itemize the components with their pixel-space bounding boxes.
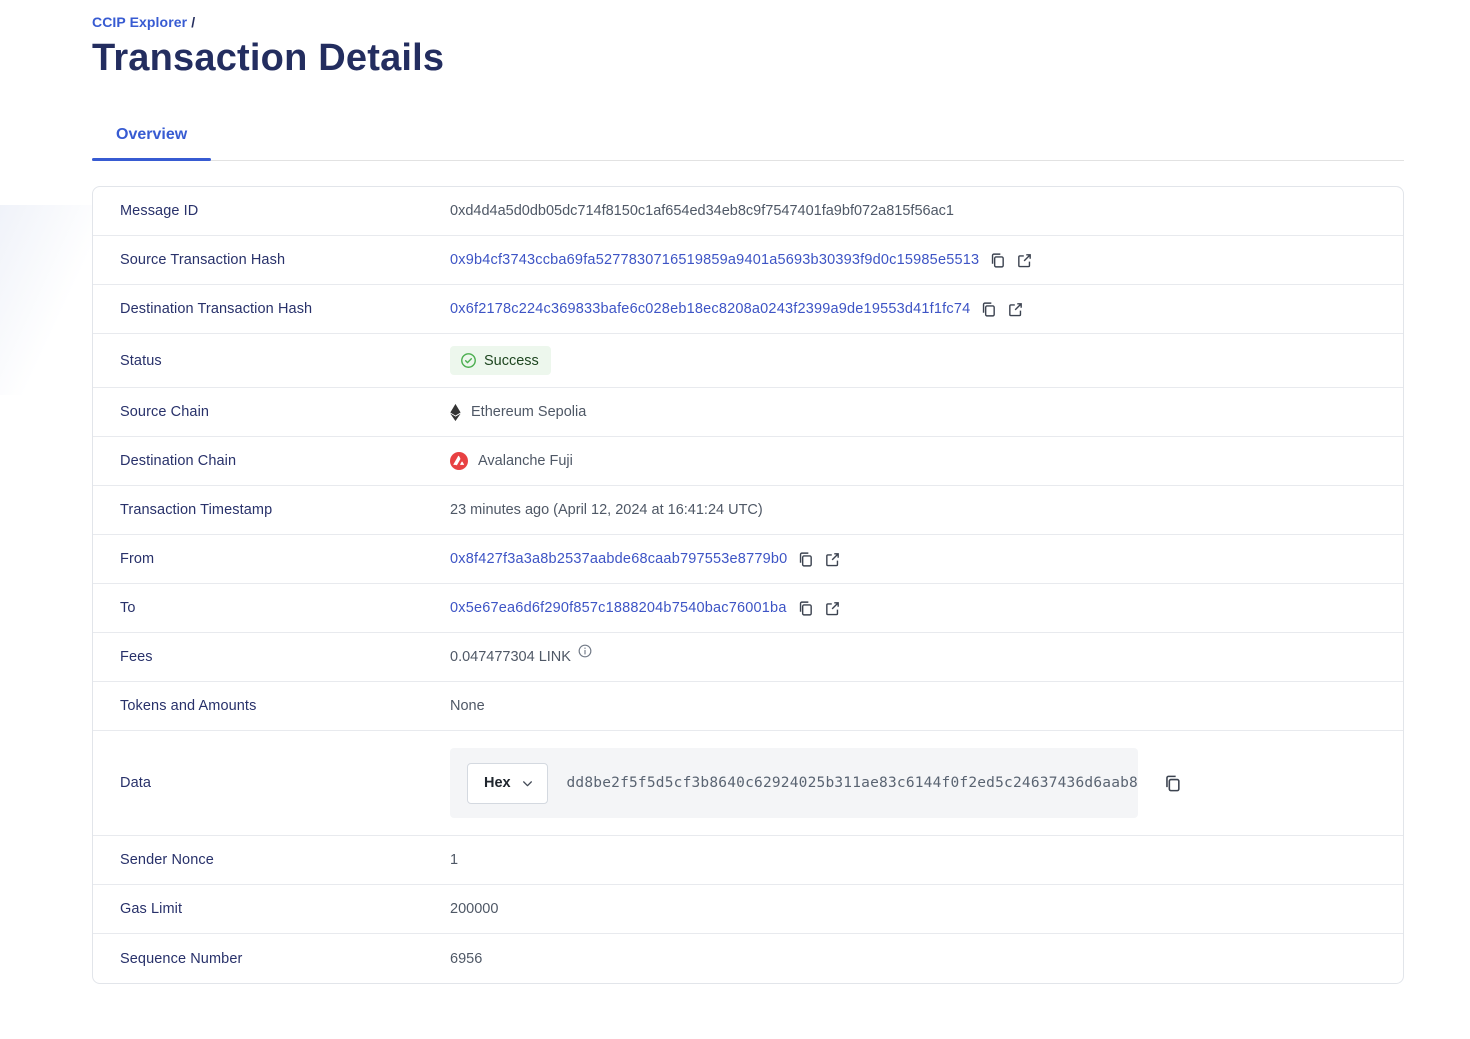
table-row-fees: Fees 0.047477304 LINK xyxy=(93,633,1403,682)
row-label: Source Transaction Hash xyxy=(120,252,450,268)
copy-icon[interactable] xyxy=(797,600,814,617)
tab-overview[interactable]: Overview xyxy=(92,126,211,160)
sender-nonce-value: 1 xyxy=(450,852,458,868)
table-row-sender-nonce: Sender Nonce 1 xyxy=(93,836,1403,885)
data-hex-container: Hex dd8be2f5f5d5cf3b8640c62924025b311ae8… xyxy=(450,748,1138,818)
ethereum-icon xyxy=(450,404,461,421)
check-circle-icon xyxy=(460,352,477,369)
to-address-link[interactable]: 0x5e67ea6d6f290f857c1888204b7540bac76001… xyxy=(450,600,787,616)
source-chain-name: Ethereum Sepolia xyxy=(471,404,586,420)
row-label: Destination Chain xyxy=(120,453,450,469)
page-title: Transaction Details xyxy=(92,37,1404,80)
table-row-message-id: Message ID 0xd4d4a5d0db05dc714f8150c1af6… xyxy=(93,187,1403,236)
data-format-selected: Hex xyxy=(484,775,511,791)
row-label: Gas Limit xyxy=(120,901,450,917)
external-link-icon[interactable] xyxy=(824,600,841,617)
table-row-transaction-timestamp: Transaction Timestamp 23 minutes ago (Ap… xyxy=(93,486,1403,535)
status-badge-label: Success xyxy=(484,353,539,369)
chevron-down-icon xyxy=(521,777,534,790)
table-row-gas-limit: Gas Limit 200000 xyxy=(93,885,1403,934)
table-row-to: To 0x5e67ea6d6f290f857c1888204b7540bac76… xyxy=(93,584,1403,633)
gas-limit-value: 200000 xyxy=(450,901,498,917)
row-label: Message ID xyxy=(120,203,450,219)
copy-icon[interactable] xyxy=(1163,774,1182,793)
table-row-tokens-and-amounts: Tokens and Amounts None xyxy=(93,682,1403,731)
avalanche-icon xyxy=(450,452,468,470)
row-label: Sender Nonce xyxy=(120,852,450,868)
row-label: From xyxy=(120,551,450,567)
table-row-source-tx-hash: Source Transaction Hash 0x9b4cf3743ccba6… xyxy=(93,236,1403,285)
message-id-value: 0xd4d4a5d0db05dc714f8150c1af654ed34eb8c9… xyxy=(450,203,954,219)
from-address-link[interactable]: 0x8f427f3a3a8b2537aabde68caab797553e8779… xyxy=(450,551,787,567)
breadcrumb: CCIP Explorer/ xyxy=(92,14,1404,30)
fees-value: 0.047477304 LINK xyxy=(450,649,571,665)
status-badge: Success xyxy=(450,346,551,375)
copy-icon[interactable] xyxy=(980,301,997,318)
breadcrumb-link-ccip-explorer[interactable]: CCIP Explorer xyxy=(92,14,187,30)
row-label: To xyxy=(120,600,450,616)
external-link-icon[interactable] xyxy=(1007,301,1024,318)
tokens-and-amounts-value: None xyxy=(450,698,485,714)
breadcrumb-separator: / xyxy=(191,14,195,30)
info-icon[interactable] xyxy=(578,644,592,658)
table-row-status: Status Success xyxy=(93,334,1403,388)
destination-chain-name: Avalanche Fuji xyxy=(478,453,573,469)
row-label: Sequence Number xyxy=(120,951,450,967)
data-hex-value: dd8be2f5f5d5cf3b8640c62924025b311ae83c61… xyxy=(566,775,1138,791)
table-row-data: Data Hex dd8be2f5f5d5cf3b8640c62924025b3… xyxy=(93,731,1403,836)
destination-tx-hash-link[interactable]: 0x6f2178c224c369833bafe6c028eb18ec8208a0… xyxy=(450,301,970,317)
table-row-from: From 0x8f427f3a3a8b2537aabde68caab797553… xyxy=(93,535,1403,584)
sequence-number-value: 6956 xyxy=(450,951,482,967)
row-label: Data xyxy=(120,775,450,791)
copy-icon[interactable] xyxy=(797,551,814,568)
transaction-details-page: CCIP Explorer/ Transaction Details Overv… xyxy=(0,0,1470,984)
copy-icon[interactable] xyxy=(989,252,1006,269)
row-label: Source Chain xyxy=(120,404,450,420)
table-row-source-chain: Source Chain Ethereum Sepolia xyxy=(93,388,1403,437)
table-row-sequence-number: Sequence Number 6956 xyxy=(93,934,1403,983)
transaction-timestamp-value: 23 minutes ago (April 12, 2024 at 16:41:… xyxy=(450,502,763,518)
external-link-icon[interactable] xyxy=(824,551,841,568)
row-label: Tokens and Amounts xyxy=(120,698,450,714)
row-label: Destination Transaction Hash xyxy=(120,301,450,317)
details-card: Message ID 0xd4d4a5d0db05dc714f8150c1af6… xyxy=(92,186,1404,984)
external-link-icon[interactable] xyxy=(1016,252,1033,269)
tab-bar: Overview xyxy=(92,126,1404,161)
table-row-destination-chain: Destination Chain Avalanche Fuji xyxy=(93,437,1403,486)
data-format-select[interactable]: Hex xyxy=(467,763,548,804)
row-label: Status xyxy=(120,353,450,369)
table-row-destination-tx-hash: Destination Transaction Hash 0x6f2178c22… xyxy=(93,285,1403,334)
row-label: Fees xyxy=(120,649,450,665)
row-label: Transaction Timestamp xyxy=(120,502,450,518)
source-tx-hash-link[interactable]: 0x9b4cf3743ccba69fa5277830716519859a9401… xyxy=(450,252,979,268)
